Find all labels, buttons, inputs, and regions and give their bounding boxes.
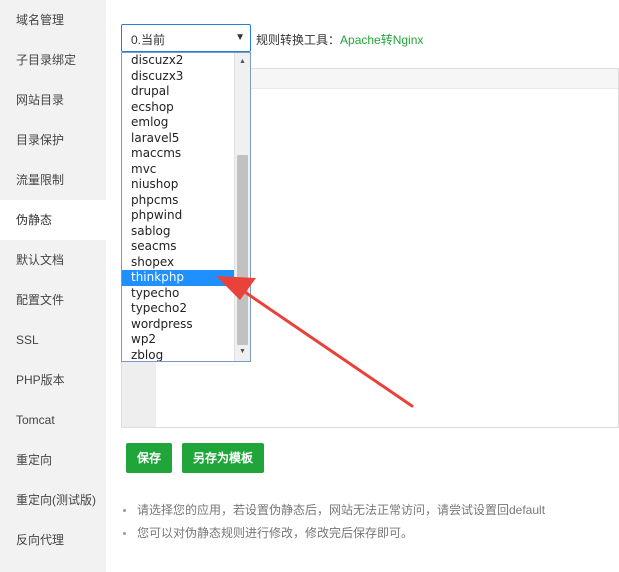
option-list: discuzx2 discuzx3 drupal ecshop emlog laravel… [122,53,234,362]
rule-convert-label: 规则转换工具： [256,33,341,47]
rule-convert-tool: 规则转换工具：Apache转Nginx [256,31,423,48]
triangle-down-icon[interactable]: ▼ [235,345,250,359]
save-as-template-button[interactable]: 另存为模板 [182,443,264,473]
dropdown-scrollbar[interactable]: ▲ ▼ [234,53,250,361]
rewrite-rule-dropdown[interactable]: discuzx2 discuzx3 drupal ecshop emlog laravel… [121,52,251,362]
dropdown-option[interactable]: wordpress [122,317,234,333]
sidebar-item-redirect-beta[interactable]: 重定向(测试版) [0,480,106,520]
dropdown-option[interactable]: seacms [122,239,234,255]
scroll-thumb[interactable] [237,155,248,345]
tips-list: 请选择您的应用，若设置伪静态后，网站无法正常访问，请尝试设置回default 您… [121,500,545,546]
apache-to-nginx-link[interactable]: Apache转Nginx [340,33,423,47]
dropdown-option[interactable]: thinkphp [122,270,234,286]
dropdown-option[interactable]: mvc [122,162,234,178]
sidebar: 域名管理 子目录绑定 网站目录 目录保护 流量限制 伪静态 默认文档 配置文件 … [0,0,106,572]
dropdown-option[interactable]: phpcms [122,193,234,209]
dropdown-option[interactable]: typecho2 [122,301,234,317]
dropdown-option[interactable]: ecshop [122,100,234,116]
sidebar-item-traffic-limit[interactable]: 流量限制 [0,160,106,200]
tip-item: 您可以对伪静态规则进行修改，修改完后保存即可。 [121,523,545,546]
sidebar-item-default-doc[interactable]: 默认文档 [0,240,106,280]
dropdown-option[interactable]: typecho [122,286,234,302]
sidebar-item-config-file[interactable]: 配置文件 [0,280,106,320]
sidebar-item-redirect[interactable]: 重定向 [0,440,106,480]
caret-down-icon: ▼ [235,32,245,43]
sidebar-item-tomcat[interactable]: Tomcat [0,400,106,440]
dropdown-option[interactable]: sablog [122,224,234,240]
sidebar-item-rewrite[interactable]: 伪静态 [0,200,106,240]
tip-item: 请选择您的应用，若设置伪静态后，网站无法正常访问，请尝试设置回default [121,500,545,523]
sidebar-item-ssl[interactable]: SSL [0,320,106,360]
dropdown-option[interactable]: phpwind [122,208,234,224]
dropdown-option[interactable]: emlog [122,115,234,131]
dropdown-option[interactable]: discuzx3 [122,69,234,85]
sidebar-item-subdir-binding[interactable]: 子目录绑定 [0,40,106,80]
dropdown-option[interactable]: niushop [122,177,234,193]
dropdown-option[interactable]: wp2 [122,332,234,348]
rewrite-rule-select[interactable]: 0.当前 ▼ [121,24,251,52]
sidebar-item-php-version[interactable]: PHP版本 [0,360,106,400]
dropdown-option[interactable]: discuzx2 [122,53,234,69]
dropdown-option[interactable]: drupal [122,84,234,100]
dropdown-option[interactable]: shopex [122,255,234,271]
sidebar-item-site-directory[interactable]: 网站目录 [0,80,106,120]
sidebar-item-dir-protection[interactable]: 目录保护 [0,120,106,160]
sidebar-item-domain[interactable]: 域名管理 [0,0,106,40]
sidebar-item-reverse-proxy[interactable]: 反向代理 [0,520,106,560]
save-button[interactable]: 保存 [126,443,172,473]
dropdown-option[interactable]: maccms [122,146,234,162]
triangle-up-icon[interactable]: ▲ [235,55,250,69]
dropdown-option[interactable]: laravel5 [122,131,234,147]
dropdown-option[interactable]: zblog [122,348,234,362]
select-value: 0.当前 [131,33,166,47]
